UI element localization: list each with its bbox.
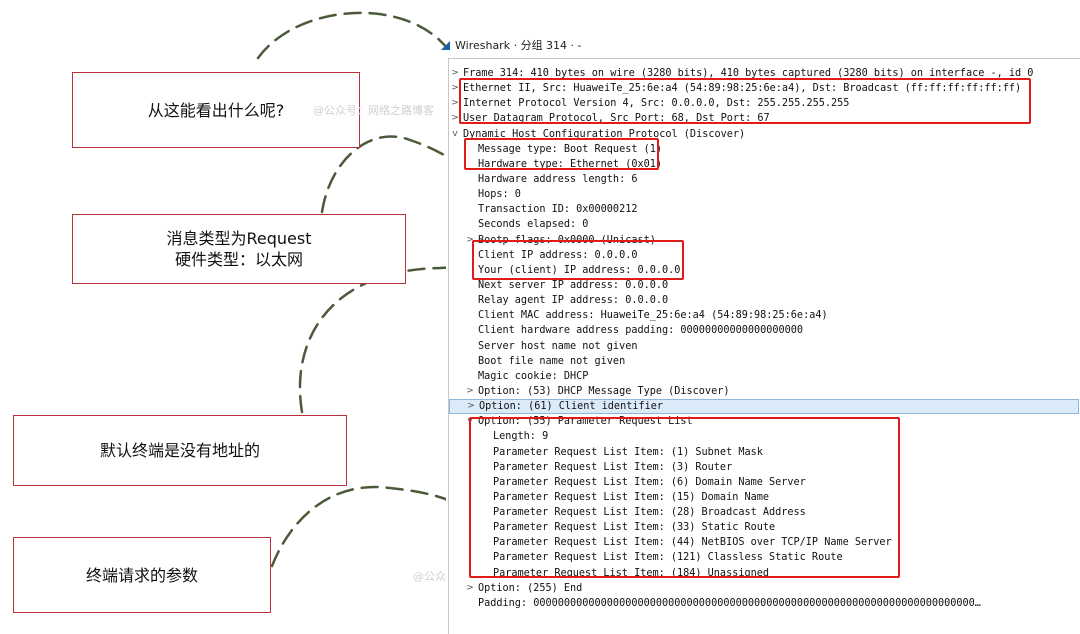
tree-row[interactable]: Client hardware address padding: 0000000…	[449, 323, 1079, 338]
tree-row[interactable]: Client MAC address: HuaweiTe_25:6e:a4 (5…	[449, 308, 1079, 323]
tree-row-label: Boot file name not given	[478, 355, 626, 367]
chevron-down-icon[interactable]: v	[450, 127, 460, 142]
annotation-box-parameters: 终端请求的参数	[13, 537, 271, 613]
chevron-right-icon[interactable]: >	[466, 400, 476, 413]
tree-row[interactable]: Hardware address length: 6	[449, 172, 1079, 187]
watermark: @公众号：网络之路博客	[313, 104, 434, 117]
annotation-text: 默认终端是没有地址的	[99, 441, 260, 460]
annotation-text: 硬件类型：以太网	[174, 250, 303, 269]
tree-row-label: Hops: 0	[478, 189, 521, 201]
highlight-box-headers	[459, 78, 1031, 124]
highlight-box-parameter-list	[469, 417, 900, 578]
tree-row-label: Option: (255) End	[478, 582, 583, 594]
tree-row[interactable]: Boot file name not given	[449, 354, 1079, 369]
annotation-text: 消息类型为Request	[166, 229, 312, 248]
connector-curve-1	[256, 11, 457, 62]
tree-row-label: Relay agent IP address: 0.0.0.0	[478, 295, 669, 307]
chevron-right-icon[interactable]: >	[465, 384, 475, 399]
tree-row-label: Client MAC address: HuaweiTe_25:6e:a4 (5…	[478, 310, 828, 322]
tree-row[interactable]: Server host name not given	[449, 339, 1079, 354]
tree-row[interactable]: > Option: (53) DHCP Message Type (Discove…	[449, 384, 1079, 399]
tree-row[interactable]: Hops: 0	[449, 187, 1079, 202]
tree-row-label: Magic cookie: DHCP	[478, 370, 589, 382]
window-titlebar[interactable]: Wireshark · 分组 314 · -	[441, 32, 1080, 58]
tree-row[interactable]: > Option: (61) Client identifier	[449, 399, 1079, 415]
connector-curve-4	[270, 485, 472, 568]
tree-row[interactable]: Relay agent IP address: 0.0.0.0	[449, 293, 1079, 308]
chevron-right-icon[interactable]: >	[465, 581, 475, 596]
tree-row-label: Option: (61) Client identifier	[479, 401, 664, 413]
highlight-box-message-hardware-type	[464, 138, 659, 170]
annotation-box-message-type: 消息类型为Request 硬件类型：以太网	[72, 214, 406, 284]
tree-row-label: Client hardware address padding: 0000000…	[478, 325, 804, 337]
wireshark-fin-icon	[441, 40, 450, 50]
tree-row-label: Padding: 0000000000000000000000000000000…	[478, 597, 981, 609]
tree-row-label: Server host name not given	[478, 340, 638, 352]
highlight-box-ip-addresses	[472, 240, 684, 280]
tree-row[interactable]: Seconds elapsed: 0	[449, 217, 1079, 232]
tree-row-label: Seconds elapsed: 0	[478, 219, 589, 231]
tree-row[interactable]: Padding: 0000000000000000000000000000000…	[449, 596, 1079, 611]
tree-row-label: Next server IP address: 0.0.0.0	[478, 279, 669, 291]
annotation-text: 从这能看出什么呢?	[147, 100, 285, 120]
tree-row[interactable]: Magic cookie: DHCP	[449, 369, 1079, 384]
tree-row-label: Transaction ID: 0x00000212	[478, 204, 638, 216]
tree-row-label: Option: (53) DHCP Message Type (Discover…	[478, 385, 730, 397]
tree-row[interactable]: > Option: (255) End	[449, 581, 1079, 596]
annotation-text: 终端请求的参数	[85, 565, 198, 585]
annotation-box-no-address: 默认终端是没有地址的	[13, 415, 347, 486]
tree-row[interactable]: Next server IP address: 0.0.0.0	[449, 278, 1079, 293]
tree-row[interactable]: Transaction ID: 0x00000212	[449, 202, 1079, 217]
window-title: Wireshark · 分组 314 · -	[455, 39, 582, 52]
tree-row-label: Hardware address length: 6	[478, 173, 638, 185]
